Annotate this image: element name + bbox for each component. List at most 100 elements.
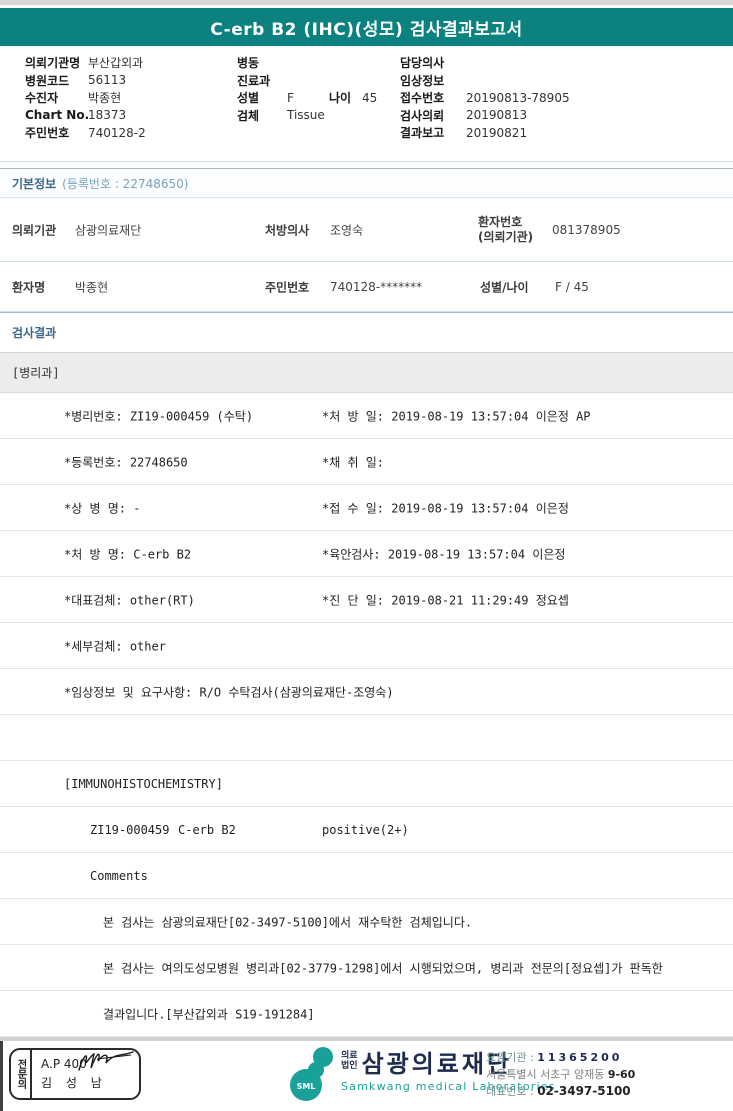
detail-row: *상 병 명: - *접 수 일: 2019-08-19 13:57:04 이은…: [0, 485, 733, 531]
section-title: 기본정보: [12, 176, 57, 191]
detail-left: *대표검체: other(RT): [64, 593, 195, 607]
field-label: 검체: [237, 108, 260, 123]
basic-info-row-1: 의뢰기관 삼광의료재단 처방의사 조영숙 환자번호 (의뢰기관) 0813789…: [0, 198, 733, 262]
sml-logo-icon: SML: [290, 1047, 333, 1101]
detail-right: *진 단 일: 2019-08-21 11:29:49 정요셉: [322, 593, 569, 607]
field-label: 접수번호: [400, 91, 445, 106]
detail-left: *병리번호: ZI19-000459 (수탁): [64, 409, 254, 423]
detail-left: *임상정보 및 요구사항: R/O 수탁검사(삼광의료재단-조영숙): [64, 685, 394, 699]
detail-left: *등록번호: 22748650: [64, 455, 188, 469]
section-subtitle: (등록번호 : 22748650): [62, 176, 189, 191]
cell-value: 삼광의료재단: [75, 223, 142, 237]
field-label: 결과보고: [400, 126, 445, 141]
field-label: 담당의사: [400, 56, 445, 71]
contact-line-phone: 대표번호 : 02-3497-5100: [486, 1083, 635, 1100]
field-accession-no: 접수번호 20190813-78905: [400, 89, 570, 107]
field-value: 740128-2: [88, 125, 146, 140]
comment-line-row: 본 검사는 삼광의료재단[02-3497-5100]에서 재수탁한 검체입니다.: [0, 899, 733, 945]
field-label: 임상정보: [400, 73, 445, 88]
signature: [78, 1051, 134, 1071]
field-patient: 수진자 박종현: [25, 89, 146, 107]
field-clinical-info: 임상정보: [400, 72, 570, 90]
field-value: 18373: [88, 108, 127, 123]
patient-header-right-column: 담당의사 임상정보 접수번호 20190813-78905 검사의뢰 20190…: [400, 54, 570, 142]
patient-header-left-column: 의뢰기관명 부산갑외과 병원코드 56113 수진자 박종현 Chart No.…: [25, 54, 146, 142]
field-department: 진료과: [237, 72, 377, 90]
field-value: 20190813-78905: [466, 90, 570, 105]
lab-type-line1: 의료: [341, 1051, 358, 1061]
results-section-header: 검사결과: [0, 312, 733, 352]
patient-header: 의뢰기관명 부산갑외과 병원코드 56113 수진자 박종현 Chart No.…: [0, 46, 733, 161]
detail-row: *등록번호: 22748650 *채 취 일:: [0, 439, 733, 485]
result-row: ZI19-000459 C-erb B2 positive(2+): [0, 807, 733, 853]
field-value: 부산갑외과: [88, 56, 144, 71]
stamp-role-label: 전문의: [11, 1050, 32, 1098]
detail-left: *상 병 명: -: [64, 501, 141, 515]
field-label: 검사의뢰: [400, 108, 445, 123]
field-label: Chart No.: [25, 108, 90, 123]
basic-info-row-2: 환자명 박종현 주민번호 740128-******* 성별/나이 F / 45: [0, 262, 733, 312]
cell-label: 주민번호: [265, 280, 310, 294]
field-label: 병원코드: [25, 73, 70, 88]
contact-line-care-org: 요양기관 : 11365200: [486, 1049, 635, 1066]
cell-value: 조영숙: [330, 223, 364, 237]
contact-value: 11365200: [537, 1051, 623, 1064]
detail-left: *처 방 명: C-erb B2: [64, 547, 192, 561]
field-value: 20190813: [466, 108, 528, 123]
field-chart-no: Chart No. 18373: [25, 107, 146, 125]
ihc-section-label: [IMMUNOHISTOCHEMISTRY]: [64, 776, 223, 791]
cell-value: 박종현: [75, 280, 109, 294]
field-value: 45: [362, 90, 378, 105]
result-specimen-no: ZI19-000459: [90, 822, 170, 837]
lab-type-label: 의료 법인: [341, 1051, 358, 1071]
result-value: positive(2+): [322, 822, 409, 837]
field-label: 수진자: [25, 91, 59, 106]
patient-header-middle-column: 병동 진료과 성별 F 나이 45 검체 Tissue: [237, 54, 377, 124]
field-value: 박종현: [88, 91, 122, 106]
comment-line: 본 검사는 삼광의료재단[02-3497-5100]에서 재수탁한 검체입니다.: [103, 915, 473, 929]
detail-row: *대표검체: other(RT) *진 단 일: 2019-08-21 11:2…: [0, 577, 733, 623]
contact-value: 02-3497-5100: [537, 1084, 631, 1098]
cell-label: 성별/나이: [480, 280, 529, 294]
cell-label: 의뢰기관: [12, 223, 57, 237]
detail-left: *세부검체: other: [64, 639, 166, 653]
field-label: 진료과: [237, 73, 271, 88]
comment-line-row: 결과입니다.[부산갑외과 S19-191284]: [0, 991, 733, 1037]
empty-row: [0, 715, 733, 761]
report-title-bar: C-erb B2 (IHC)(성모) 검사결과보고서: [0, 8, 733, 46]
field-attending-doctor: 담당의사: [400, 54, 570, 72]
field-hospital-code: 병원코드 56113: [25, 72, 146, 90]
lab-contact-info: 요양기관 : 11365200 서울특별시 서초구 양재동 9-60 대표번호 …: [486, 1049, 635, 1100]
cell-value: 081378905: [552, 222, 621, 237]
field-sex-age: 성별 F 나이 45: [237, 89, 377, 107]
cell-label-line2: (의뢰기관): [478, 229, 534, 244]
contact-address: 서울특별시 서초구 양재동: [486, 1068, 605, 1081]
detail-right: *접 수 일: 2019-08-19 13:57:04 이은정: [322, 501, 569, 515]
field-report-date: 결과보고 20190821: [400, 124, 570, 142]
field-label: 병동: [237, 56, 260, 71]
page-title: C-erb B2 (IHC)(성모) 검사결과보고서: [210, 19, 523, 40]
contact-label: 요양기관 :: [486, 1051, 534, 1064]
field-value: Tissue: [287, 108, 325, 123]
divider: [0, 161, 733, 168]
comments-label: Comments: [90, 868, 148, 883]
comment-line: 결과입니다.[부산갑외과 S19-191284]: [103, 1007, 315, 1021]
comment-line: 본 검사는 여의도성모병원 병리과[02-3779-1298]에서 시행되었으며…: [103, 961, 663, 975]
sml-logo-abbr: SML: [297, 1082, 316, 1091]
ihc-section-row: [IMMUNOHISTOCHEMISTRY]: [0, 761, 733, 807]
field-value: 56113: [88, 73, 127, 88]
cell-value: F / 45: [555, 279, 589, 294]
field-value: F: [287, 90, 294, 105]
cell-value: 740128-*******: [330, 279, 423, 294]
detail-row: *세부검체: other: [0, 623, 733, 669]
department-row: [병리과]: [0, 352, 733, 393]
contact-label: 대표번호 :: [486, 1085, 534, 1098]
basic-info-section-header: 기본정보 (등록번호 : 22748650): [0, 168, 733, 198]
field-label: 의뢰기관명: [25, 56, 81, 71]
detail-right: *처 방 일: 2019-08-19 13:57:04 이은정 AP: [322, 409, 591, 423]
field-label: 성별: [237, 91, 260, 106]
field-requesting-org: 의뢰기관명 부산갑외과: [25, 54, 146, 72]
detail-row: *처 방 명: C-erb B2 *육안검사: 2019-08-19 13:57…: [0, 531, 733, 577]
field-label: 나이: [329, 91, 352, 106]
detail-row: *임상정보 및 요구사항: R/O 수탁검사(삼광의료재단-조영숙): [0, 669, 733, 715]
